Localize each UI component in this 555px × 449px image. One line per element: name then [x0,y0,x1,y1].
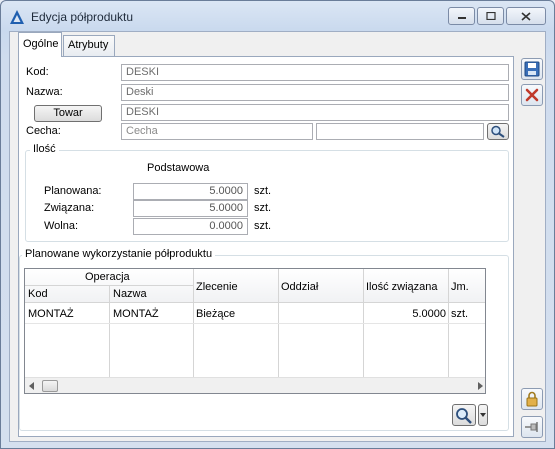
maximize-button[interactable] [477,7,504,25]
usage-table[interactable]: Operacja Kod Nazwa Zlecenie Oddział Iloś… [24,268,486,394]
cecha-secondary-field[interactable] [316,123,484,140]
dialog-window: Edycja półproduktu Ogólne Atrybuty Kod: … [0,0,555,449]
table-search-dropdown[interactable] [478,404,488,426]
chevron-down-icon [480,413,486,417]
wolna-unit: szt. [254,220,272,232]
row-jm: szt. [451,308,469,320]
minimize-button[interactable] [448,7,475,25]
minimize-icon [457,17,466,19]
row-zlecenie: Bieżące [196,308,236,320]
towar-button[interactable]: Towar [34,105,102,122]
zwiazana-label: Związana: [44,202,95,214]
zwiazana-field[interactable]: 5.0000 [133,200,248,217]
window-title: Edycja półproduktu [31,10,134,24]
tab-atrybuty[interactable]: Atrybuty [63,35,115,56]
nazwa-field[interactable]: Deski [121,84,509,101]
magnifier-icon [456,407,472,424]
nazwa-label: Nazwa: [26,86,63,98]
header-kod[interactable]: Kod [28,288,48,300]
close-button[interactable] [506,7,546,25]
close-icon [525,88,539,102]
scroll-thumb[interactable] [42,380,58,392]
towar-field[interactable]: DESKI [121,104,509,121]
header-nazwa[interactable]: Nazwa [113,288,147,300]
lock-button[interactable] [521,388,543,410]
kod-field[interactable]: DESKI [121,64,509,81]
cancel-button[interactable] [521,84,543,106]
save-button[interactable] [521,58,543,80]
planowana-unit: szt. [254,185,272,197]
usage-group: Operacja Kod Nazwa Zlecenie Oddział Iloś… [19,255,509,431]
header-zlecenie[interactable]: Zlecenie [196,281,238,293]
column-divider [109,286,110,377]
app-logo-icon [10,10,24,24]
usage-group-title: Planowane wykorzystanie półproduktu [22,248,216,260]
header-ilosc-zwiazana[interactable]: Ilość związana [366,281,438,293]
title-bar[interactable]: Edycja półproduktu [1,1,554,31]
row-kod: MONTAŻ [28,308,74,320]
planowana-label: Planowana: [44,185,102,197]
wolna-field[interactable]: 0.0000 [133,218,248,235]
wolna-label: Wolna: [44,220,79,232]
cecha-search-button[interactable] [487,123,509,140]
table-search-button[interactable] [452,404,476,426]
quantity-group-title: Ilość [30,143,59,155]
scroll-left-icon[interactable] [28,382,36,390]
scroll-right-icon[interactable] [476,382,484,390]
planowana-field[interactable]: 5.0000 [133,183,248,200]
kod-label: Kod: [26,66,49,78]
cecha-label: Cecha: [26,125,61,137]
header-operacja: Operacja [85,271,130,283]
general-tab-panel: Kod: DESKI Nazwa: Deski Towar DESKI Cech… [18,56,514,437]
quantity-column-header: Podstawowa [147,162,210,174]
cecha-field[interactable]: Cecha [121,123,313,140]
header-oddzial[interactable]: Oddział [281,281,318,293]
table-row[interactable]: MONTAŻ MONTAŻ Bieżące 5.0000 szt. [25,304,485,324]
horizontal-scrollbar[interactable] [25,377,485,393]
row-ilosc: 5.0000 [412,308,446,320]
pin-icon [525,422,538,432]
row-nazwa: MONTAŻ [113,308,159,320]
zwiazana-unit: szt. [254,202,272,214]
tab-ogolne[interactable]: Ogólne [18,32,62,57]
maximize-icon [485,12,496,20]
close-icon [521,11,531,21]
search-icon [491,125,505,138]
header-jm[interactable]: Jm. [451,281,469,293]
floppy-disk-icon [524,61,540,77]
pin-button[interactable] [521,416,543,438]
padlock-icon [526,391,538,407]
dialog-body: Ogólne Atrybuty Kod: DESKI Nazwa: Deski … [9,31,546,442]
